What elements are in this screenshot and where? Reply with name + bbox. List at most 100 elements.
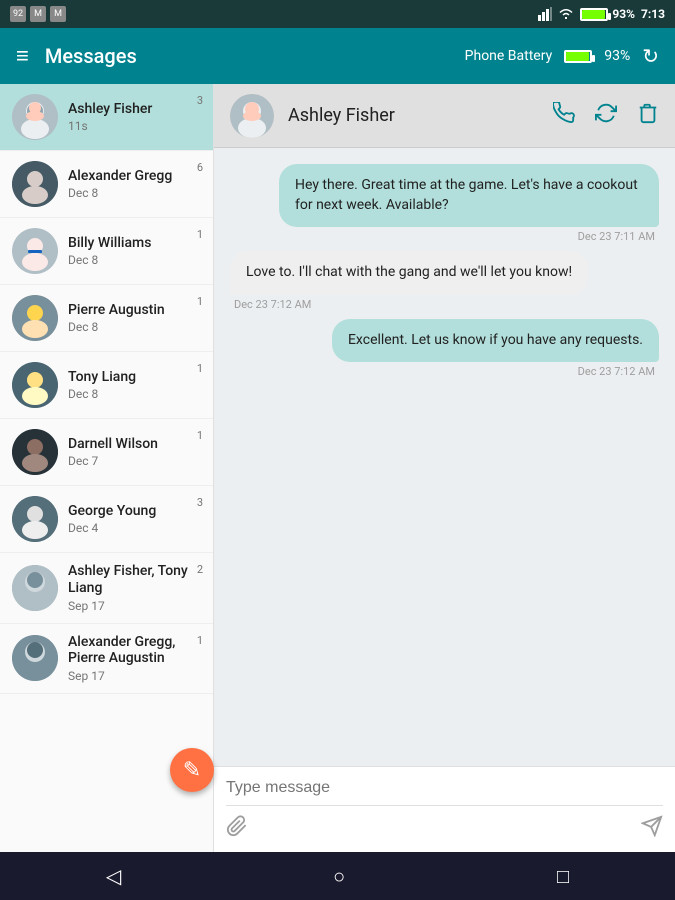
back-button[interactable]: ◁ [106, 864, 121, 888]
contact-date-alexander-gregg: Dec 8 [68, 186, 201, 200]
contact-info-billy-williams: Billy Williams Dec 8 [68, 235, 201, 267]
contact-item-ashley-fisher[interactable]: Ashley Fisher 11s 3 [0, 84, 213, 151]
contact-date-group-alex-pierre: Sep 17 [68, 669, 201, 683]
contact-badge-billy-williams: 1 [197, 228, 203, 241]
input-actions [214, 806, 675, 852]
status-bar: 92 M M 93% 7:13 [0, 0, 675, 28]
contact-info-ashley-fisher: Ashley Fisher 11s [68, 101, 201, 133]
message-wrapper-2: Love to. I'll chat with the gang and we'… [230, 251, 659, 311]
avatar-george-young [12, 496, 58, 542]
time-display: 7:13 [641, 7, 665, 21]
chat-panel: Ashley Fisher Hey there. Great time at t… [214, 84, 675, 852]
recents-button[interactable]: □ [557, 864, 569, 889]
notification-icon-1: 92 [10, 6, 26, 22]
contact-item-darnell-wilson[interactable]: Darnell Wilson Dec 7 1 [0, 419, 213, 486]
contact-info-group-ashley-tony: Ashley Fisher, Tony Liang Sep 17 [68, 563, 201, 613]
contact-item-pierre-augustin[interactable]: Pierre Augustin Dec 8 1 [0, 285, 213, 352]
avatar-darnell-wilson [12, 429, 58, 475]
chat-header-avatar [230, 94, 274, 138]
input-container [214, 766, 675, 852]
message-time-2: Dec 23 7:12 AM [230, 298, 315, 311]
contacts-sidebar: Ashley Fisher 11s 3 Alexander Gregg Dec … [0, 84, 214, 852]
status-bar-right: 93% 7:13 [538, 7, 665, 21]
messages-area: Hey there. Great time at the game. Let's… [214, 148, 675, 766]
contact-badge-darnell-wilson: 1 [197, 429, 203, 442]
battery-bar [580, 8, 608, 21]
message-bubble-2: Love to. I'll chat with the gang and we'… [230, 251, 588, 295]
contact-date-george-young: Dec 4 [68, 521, 201, 535]
toolbar-battery-fill [566, 52, 588, 61]
message-bubble-3: Excellent. Let us know if you have any r… [332, 319, 659, 363]
contact-name-george-young: George Young [68, 503, 201, 519]
contact-name-ashley-fisher: Ashley Fisher [68, 101, 201, 117]
avatar-group-ashley-tony [12, 565, 58, 611]
main-content: Ashley Fisher 11s 3 Alexander Gregg Dec … [0, 84, 675, 852]
avatar-pierre-augustin [12, 295, 58, 341]
notification-icon-2: M [30, 6, 46, 22]
notification-icon-3: M [50, 6, 66, 22]
contact-name-pierre-augustin: Pierre Augustin [68, 302, 201, 318]
sync-icon[interactable] [595, 102, 617, 130]
contact-item-group-ashley-tony[interactable]: Ashley Fisher, Tony Liang Sep 17 2 [0, 553, 213, 624]
message-wrapper-1: Hey there. Great time at the game. Let's… [230, 164, 659, 243]
contact-info-darnell-wilson: Darnell Wilson Dec 7 [68, 436, 201, 468]
menu-icon[interactable]: ≡ [16, 43, 29, 69]
contact-info-george-young: George Young Dec 4 [68, 503, 201, 535]
contact-badge-group-alex-pierre: 1 [197, 634, 203, 647]
message-time-3: Dec 23 7:12 AM [574, 365, 659, 378]
contact-item-george-young[interactable]: George Young Dec 4 3 [0, 486, 213, 553]
message-wrapper-3: Excellent. Let us know if you have any r… [230, 319, 659, 379]
contact-date-ashley-fisher: 11s [68, 119, 201, 133]
contact-info-group-alex-pierre: Alexander Gregg, Pierre Augustin Sep 17 [68, 634, 201, 684]
toolbar-right: Phone Battery 93% ↻ [465, 44, 659, 68]
contact-date-pierre-augustin: Dec 8 [68, 320, 201, 334]
contact-name-group-alex-pierre: Alexander Gregg, Pierre Augustin [68, 634, 201, 668]
refresh-icon[interactable]: ↻ [642, 44, 659, 68]
message-time-1: Dec 23 7:11 AM [574, 230, 659, 243]
app-toolbar: ≡ Messages Phone Battery 93% ↻ [0, 28, 675, 84]
contact-badge-tony-liang: 1 [197, 362, 203, 375]
contact-info-alexander-gregg: Alexander Gregg Dec 8 [68, 168, 201, 200]
contact-badge-ashley-fisher: 3 [197, 94, 203, 107]
contact-badge-group-ashley-tony: 2 [197, 563, 203, 576]
contact-info-tony-liang: Tony Liang Dec 8 [68, 369, 201, 401]
avatar-tony-liang [12, 362, 58, 408]
home-button[interactable]: ○ [333, 864, 345, 889]
wifi-icon [558, 8, 574, 20]
app-title: Messages [45, 44, 465, 68]
phone-icon[interactable] [553, 102, 575, 130]
chat-header-actions [553, 102, 659, 130]
contact-badge-george-young: 3 [197, 496, 203, 509]
contact-name-billy-williams: Billy Williams [68, 235, 201, 251]
contact-info-pierre-augustin: Pierre Augustin Dec 8 [68, 302, 201, 334]
contact-date-darnell-wilson: Dec 7 [68, 454, 201, 468]
battery-label: Phone Battery [465, 48, 553, 64]
avatar-billy-williams [12, 228, 58, 274]
avatar-group-alex-pierre [12, 635, 58, 681]
battery-fill [582, 10, 604, 19]
contact-date-group-ashley-tony: Sep 17 [68, 599, 201, 613]
attach-icon[interactable] [226, 815, 248, 843]
send-icon[interactable] [641, 815, 663, 843]
battery-percent: 93% [612, 7, 635, 21]
contact-badge-alexander-gregg: 6 [197, 161, 203, 174]
battery-indicator: 93% [580, 7, 635, 21]
contact-item-alexander-gregg[interactable]: Alexander Gregg Dec 8 6 [0, 151, 213, 218]
message-input[interactable] [226, 779, 433, 797]
delete-icon[interactable] [637, 102, 659, 130]
chat-contact-name: Ashley Fisher [288, 105, 553, 126]
contact-date-tony-liang: Dec 8 [68, 387, 201, 401]
contact-name-darnell-wilson: Darnell Wilson [68, 436, 201, 452]
status-bar-left: 92 M M [10, 6, 66, 22]
contact-item-billy-williams[interactable]: Billy Williams Dec 8 1 [0, 218, 213, 285]
compose-fab[interactable]: ✎ [170, 748, 214, 792]
contact-badge-pierre-augustin: 1 [197, 295, 203, 308]
toolbar-battery-percent: 93% [604, 48, 630, 64]
contact-item-group-alex-pierre[interactable]: Alexander Gregg, Pierre Augustin Sep 17 … [0, 624, 213, 695]
contact-date-billy-williams: Dec 8 [68, 253, 201, 267]
contact-item-tony-liang[interactable]: Tony Liang Dec 8 1 [0, 352, 213, 419]
contact-name-group-ashley-tony: Ashley Fisher, Tony Liang [68, 563, 201, 597]
avatar-alexander-gregg [12, 161, 58, 207]
bottom-navigation: ◁ ○ □ [0, 852, 675, 900]
contact-name-tony-liang: Tony Liang [68, 369, 201, 385]
